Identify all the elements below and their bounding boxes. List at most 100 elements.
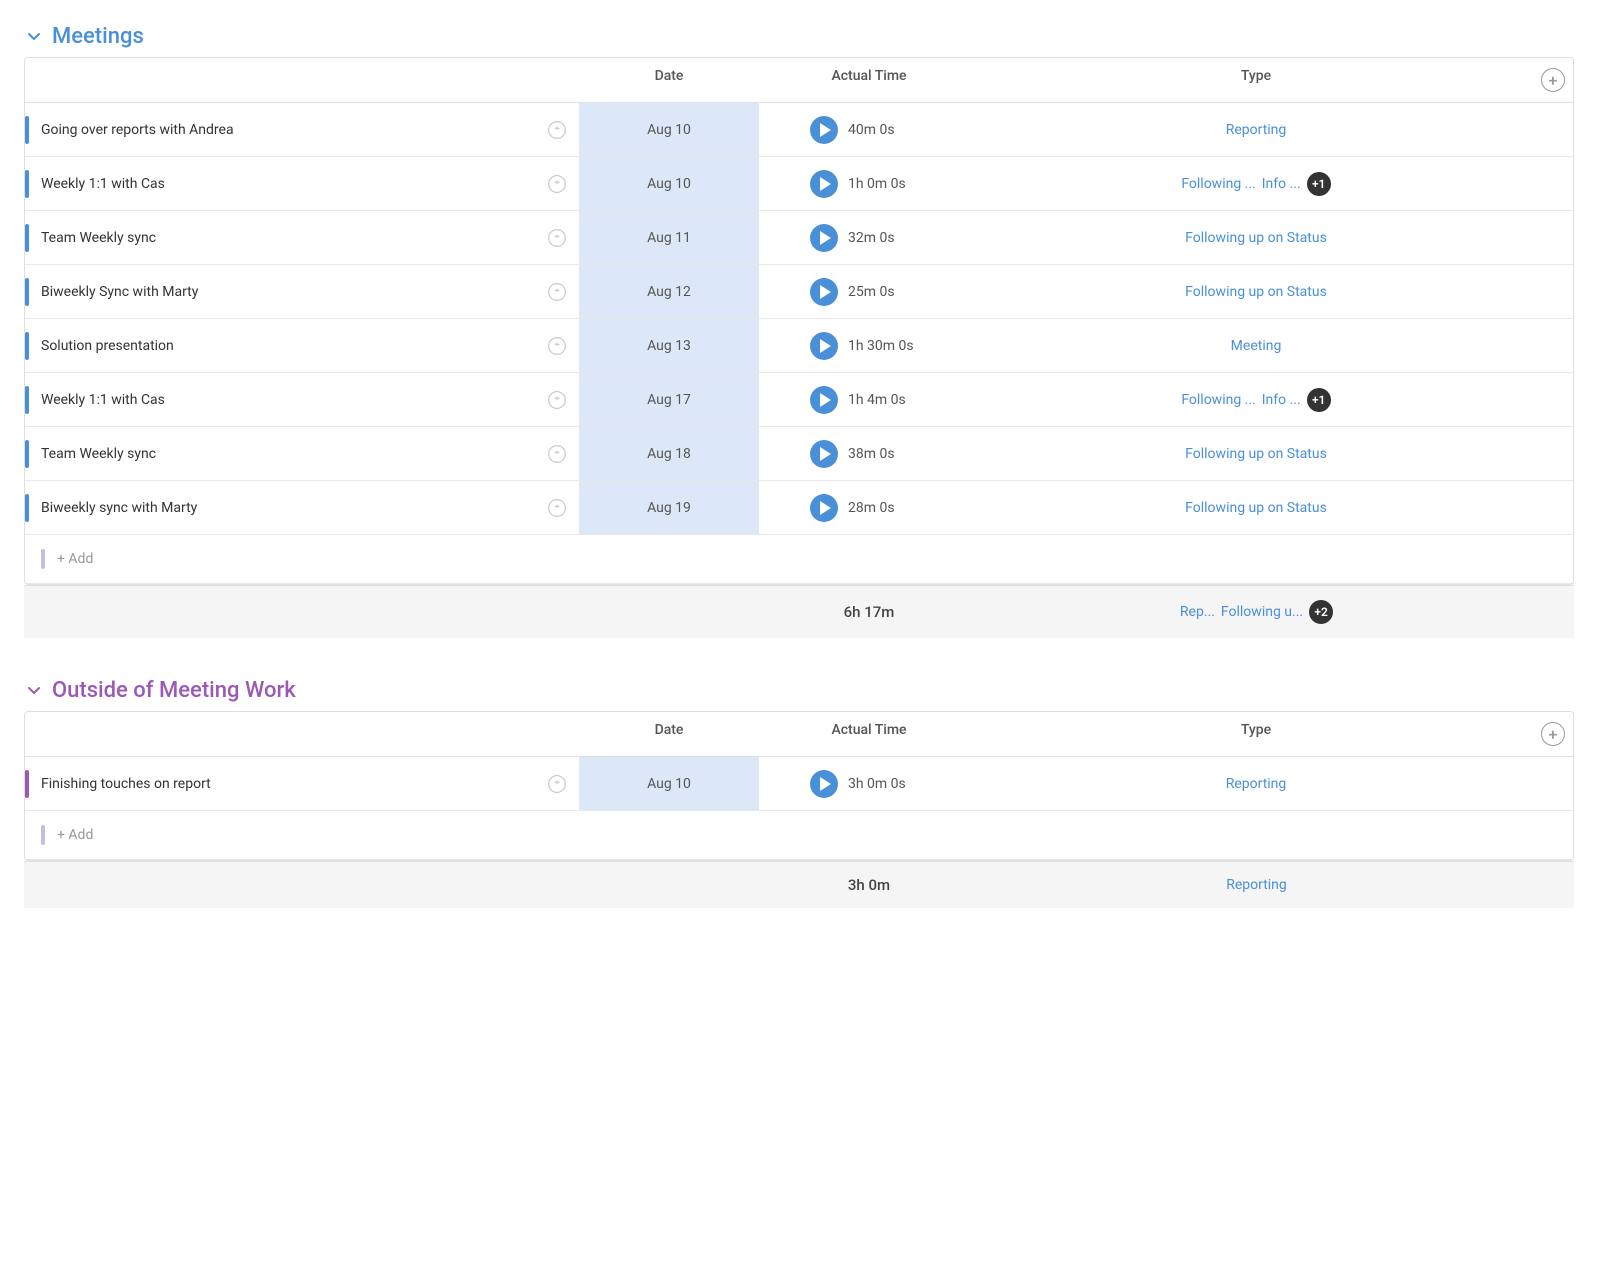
outside-col-time: Actual Time bbox=[759, 722, 979, 746]
row-time-cell: 40m 0s bbox=[759, 106, 979, 154]
row-bar-icon bbox=[25, 386, 29, 414]
row-name-cell: Weekly 1:1 with Cas bbox=[25, 160, 579, 208]
row-time-cell: 1h 4m 0s bbox=[759, 376, 979, 424]
meetings-chevron-icon[interactable] bbox=[24, 27, 44, 47]
play-button[interactable] bbox=[810, 332, 838, 360]
outside-col-date: Date bbox=[579, 722, 759, 746]
meetings-col-type: Type bbox=[979, 68, 1533, 92]
type-badge-info[interactable]: Info ... bbox=[1262, 176, 1301, 192]
row-time-cell: 3h 0m 0s bbox=[759, 760, 979, 808]
row-type-cell: Following up on Status bbox=[979, 490, 1533, 526]
type-badge[interactable]: Reporting bbox=[1226, 776, 1287, 792]
play-button[interactable] bbox=[810, 440, 838, 468]
summary-type-reporting[interactable]: Reporting bbox=[1226, 877, 1287, 893]
row-actual-time: 28m 0s bbox=[848, 500, 928, 516]
type-badge[interactable]: Following up on Status bbox=[1185, 500, 1327, 516]
play-button[interactable] bbox=[810, 278, 838, 306]
row-bar-icon bbox=[25, 770, 29, 798]
meetings-header: Meetings bbox=[24, 24, 1574, 49]
row-type-cell: Following up on Status bbox=[979, 220, 1533, 256]
summary-badge-count: +2 bbox=[1309, 600, 1333, 624]
meetings-section: Meetings Date Actual Time Type + Going o… bbox=[24, 24, 1574, 638]
play-button[interactable] bbox=[810, 224, 838, 252]
outside-summary-types: Reporting bbox=[979, 877, 1534, 893]
row-time-cell: 28m 0s bbox=[759, 484, 979, 532]
comment-icon[interactable] bbox=[543, 170, 571, 198]
comment-icon[interactable] bbox=[543, 386, 571, 414]
row-name: Weekly 1:1 with Cas bbox=[41, 392, 535, 408]
row-name: Weekly 1:1 with Cas bbox=[41, 176, 535, 192]
table-row: Team Weekly sync Aug 11 32m 0s Following… bbox=[25, 211, 1573, 265]
row-time-cell: 32m 0s bbox=[759, 214, 979, 262]
row-type-cell: Following ... Info ... +1 bbox=[979, 378, 1533, 422]
play-button[interactable] bbox=[810, 386, 838, 414]
play-button[interactable] bbox=[810, 116, 838, 144]
summary-type-following[interactable]: Following u... bbox=[1221, 604, 1303, 620]
meetings-add-row[interactable]: + Add bbox=[25, 535, 1573, 584]
outside-col-type: Type bbox=[979, 722, 1533, 746]
row-date: Aug 19 bbox=[579, 481, 759, 534]
row-name: Biweekly Sync with Marty bbox=[41, 284, 535, 300]
table-row: Solution presentation Aug 13 1h 30m 0s M… bbox=[25, 319, 1573, 373]
comment-icon[interactable] bbox=[543, 770, 571, 798]
meetings-add-col: + bbox=[1533, 68, 1573, 92]
table-row: Going over reports with Andrea Aug 10 40… bbox=[25, 103, 1573, 157]
outside-add-col: + bbox=[1533, 722, 1573, 746]
meetings-add-label[interactable]: + Add bbox=[57, 551, 93, 567]
row-name: Going over reports with Andrea bbox=[41, 122, 535, 138]
row-bar-icon bbox=[25, 224, 29, 252]
outside-add-button[interactable]: + bbox=[1541, 722, 1565, 746]
outside-header: Outside of Meeting Work bbox=[24, 678, 1574, 703]
outside-add-row[interactable]: + Add bbox=[25, 811, 1573, 860]
meetings-col-date: Date bbox=[579, 68, 759, 92]
type-badge-following[interactable]: Following ... bbox=[1181, 392, 1255, 408]
meetings-add-button[interactable]: + bbox=[1541, 68, 1565, 92]
type-badge[interactable]: Following up on Status bbox=[1185, 446, 1327, 462]
summary-type-rep[interactable]: Rep... bbox=[1180, 604, 1215, 620]
meetings-table: Date Actual Time Type + Going over repor… bbox=[24, 57, 1574, 585]
badge-count: +1 bbox=[1307, 172, 1331, 196]
row-actual-time: 40m 0s bbox=[848, 122, 928, 138]
row-name: Team Weekly sync bbox=[41, 230, 535, 246]
type-badge[interactable]: Reporting bbox=[1226, 122, 1287, 138]
row-date: Aug 10 bbox=[579, 157, 759, 210]
row-type-cell: Reporting bbox=[979, 766, 1533, 802]
row-name-cell: Weekly 1:1 with Cas bbox=[25, 376, 579, 424]
type-badge[interactable]: Following up on Status bbox=[1185, 230, 1327, 246]
comment-icon[interactable] bbox=[543, 494, 571, 522]
row-name: Team Weekly sync bbox=[41, 446, 535, 462]
comment-icon[interactable] bbox=[543, 440, 571, 468]
comment-icon[interactable] bbox=[543, 224, 571, 252]
table-row: Finishing touches on report Aug 10 3h 0m… bbox=[25, 757, 1573, 811]
comment-icon[interactable] bbox=[543, 278, 571, 306]
outside-chevron-icon[interactable] bbox=[24, 681, 44, 701]
comment-icon[interactable] bbox=[543, 332, 571, 360]
type-badge[interactable]: Meeting bbox=[1231, 338, 1282, 354]
play-button[interactable] bbox=[810, 494, 838, 522]
row-type-cell: Following up on Status bbox=[979, 274, 1533, 310]
row-actual-time: 38m 0s bbox=[848, 446, 928, 462]
row-name-cell: Biweekly sync with Marty bbox=[25, 484, 579, 532]
row-name: Solution presentation bbox=[41, 338, 535, 354]
type-badge-following[interactable]: Following ... bbox=[1181, 176, 1255, 192]
row-type-cell: Reporting bbox=[979, 112, 1533, 148]
meetings-summary-time: 6h 17m bbox=[759, 603, 979, 621]
meetings-summary-row: 6h 17m Rep... Following u... +2 bbox=[24, 585, 1574, 638]
comment-icon[interactable] bbox=[543, 116, 571, 144]
outside-section: Outside of Meeting Work Date Actual Time… bbox=[24, 678, 1574, 908]
row-name-cell: Solution presentation bbox=[25, 322, 579, 370]
row-actual-time: 1h 0m 0s bbox=[848, 176, 928, 192]
outside-add-label[interactable]: + Add bbox=[57, 827, 93, 843]
row-bar-icon bbox=[25, 332, 29, 360]
row-type-cell: Following up on Status bbox=[979, 436, 1533, 472]
table-row: Weekly 1:1 with Cas Aug 10 1h 0m 0s Foll… bbox=[25, 157, 1573, 211]
table-row: Biweekly sync with Marty Aug 19 28m 0s F… bbox=[25, 481, 1573, 535]
play-button[interactable] bbox=[810, 770, 838, 798]
row-name-cell: Team Weekly sync bbox=[25, 430, 579, 478]
row-date: Aug 17 bbox=[579, 373, 759, 426]
type-badge-info[interactable]: Info ... bbox=[1262, 392, 1301, 408]
row-bar-icon bbox=[25, 170, 29, 198]
row-bar-icon bbox=[25, 278, 29, 306]
play-button[interactable] bbox=[810, 170, 838, 198]
type-badge[interactable]: Following up on Status bbox=[1185, 284, 1327, 300]
